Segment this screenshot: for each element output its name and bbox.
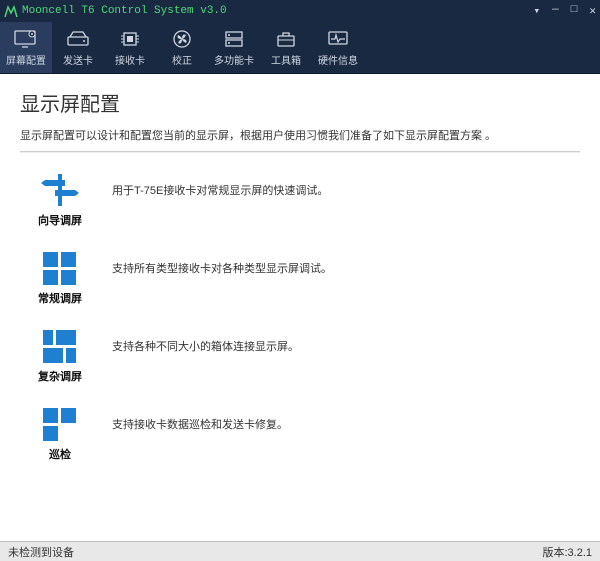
maximize-button[interactable]: □	[571, 4, 578, 18]
tab-label: 多功能卡	[214, 52, 254, 67]
option-label: 巡检	[49, 446, 71, 462]
close-button[interactable]: ✕	[589, 4, 596, 18]
tab-calibration[interactable]: 校正	[156, 22, 208, 73]
content-area: 显示屏配置 显示屏配置可以设计和配置您当前的显示屏，根据用户使用习惯我们准备了如…	[0, 74, 600, 541]
option-label: 向导调屏	[38, 212, 82, 228]
monitor-gear-icon	[14, 28, 38, 50]
tab-toolbox[interactable]: 工具箱	[260, 22, 312, 73]
option-label: 复杂调屏	[38, 368, 82, 384]
tab-multifunction[interactable]: 多功能卡	[208, 22, 260, 73]
app-logo-icon	[4, 4, 18, 18]
tab-receive-card[interactable]: 接收卡	[104, 22, 156, 73]
option-desc: 用于T-75E接收卡对常规显示屏的快速调试。	[112, 172, 328, 198]
dropdown-icon[interactable]: ▾	[534, 4, 541, 18]
titlebar: Mooncell T6 Control System v3.0 ▾ — □ ✕	[0, 0, 600, 22]
partial-grid-icon	[39, 406, 81, 442]
status-version: 版本:3.2.1	[542, 544, 592, 560]
option-normal[interactable]: 常规调屏 支持所有类型接收卡对各种类型显示屏调试。	[36, 250, 580, 306]
server-icon	[223, 28, 245, 50]
chip-icon	[119, 28, 141, 50]
window-title: Mooncell T6 Control System v3.0	[22, 5, 534, 17]
tab-label: 接收卡	[115, 52, 145, 67]
status-left: 未检测到设备	[8, 544, 542, 560]
fan-icon	[171, 28, 193, 50]
option-wizard[interactable]: 向导调屏 用于T-75E接收卡对常规显示屏的快速调试。	[36, 172, 580, 228]
option-desc: 支持各种不同大小的箱体连接显示屏。	[112, 328, 299, 354]
option-inspect[interactable]: 巡检 支持接收卡数据巡检和发送卡修复。	[36, 406, 580, 462]
tab-hardware-info[interactable]: 硬件信息	[312, 22, 364, 73]
tab-label: 发送卡	[63, 52, 93, 67]
option-desc: 支持接收卡数据巡检和发送卡修复。	[112, 406, 288, 432]
page-title: 显示屏配置	[20, 88, 580, 117]
tab-label: 工具箱	[271, 52, 301, 67]
tab-screen-config[interactable]: 屏幕配置	[0, 22, 52, 73]
option-label: 常规调屏	[38, 290, 82, 306]
drive-icon	[66, 28, 90, 50]
monitor-pulse-icon	[327, 28, 349, 50]
mixed-grid-icon	[39, 328, 81, 364]
page-description: 显示屏配置可以设计和配置您当前的显示屏，根据用户使用习惯我们准备了如下显示屏配置…	[20, 127, 580, 143]
option-complex[interactable]: 复杂调屏 支持各种不同大小的箱体连接显示屏。	[36, 328, 580, 384]
toolbox-icon	[275, 28, 297, 50]
main-toolbar: 屏幕配置 发送卡 接收卡 校正 多功能卡 工具箱 硬件信息	[0, 22, 600, 74]
tab-send-card[interactable]: 发送卡	[52, 22, 104, 73]
option-desc: 支持所有类型接收卡对各种类型显示屏调试。	[112, 250, 332, 276]
statusbar: 未检测到设备 版本:3.2.1	[0, 541, 600, 561]
tab-label: 校正	[172, 52, 192, 67]
grid-icon	[39, 250, 81, 286]
minimize-button[interactable]: —	[552, 4, 559, 18]
tab-label: 屏幕配置	[6, 52, 46, 67]
divider	[20, 151, 580, 152]
tab-label: 硬件信息	[318, 52, 358, 67]
signpost-icon	[39, 172, 81, 208]
